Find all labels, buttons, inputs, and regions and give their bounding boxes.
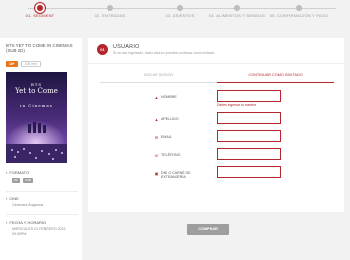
film-icon: ▪ xyxy=(6,170,8,175)
field-nombre: ▲ NOMBRE Debes ingresar tu nombre xyxy=(88,90,344,107)
dni-input[interactable] xyxy=(217,166,281,178)
divider xyxy=(6,214,78,215)
format-section: ▪ FORMATO 2D SUB xyxy=(6,170,78,183)
datetime-heading-row: ▪ FECHA Y HORARIO xyxy=(6,220,78,225)
card-header: 01 USUARIO Si no has ingresado, hazlo ah… xyxy=(97,44,215,55)
nombre-error: Debes ingresar tu nombre xyxy=(217,103,257,107)
format-heading: FORMATO xyxy=(9,170,30,175)
field-email: ✉ EMAIL xyxy=(88,130,344,146)
field-label: APELLIDO xyxy=(161,117,179,121)
format-badge: 2D xyxy=(12,178,20,183)
field-label: EMAIL xyxy=(161,135,172,139)
cinema-section: ▪ CINE Cinemark Angamos xyxy=(6,196,78,208)
tab-login[interactable]: INICIAR SESIÓN xyxy=(100,68,217,83)
step-label: 05. CONFIRMACIÓN Y PAGO xyxy=(269,13,329,18)
id-card-icon: ▣ xyxy=(154,171,159,176)
card-header-text: USUARIO Si no has ingresado, hazlo ahora… xyxy=(113,44,215,55)
field-label: DNI O CARNÉ DE EXTRANJERÍA xyxy=(161,171,191,180)
cinema-heading: CINE xyxy=(9,196,19,201)
person-icon: ▲ xyxy=(154,117,159,122)
tab-guest[interactable]: CONTINUAR COMO INVITADO xyxy=(217,68,334,83)
step-dot-active xyxy=(37,5,43,11)
rating-badge: 18+ xyxy=(6,61,18,67)
cinema-value: Cinemark Angamos xyxy=(12,203,44,207)
movie-badges: 18+ 100 min xyxy=(6,61,41,67)
duration-badge: 100 min xyxy=(20,61,41,67)
comprar-button[interactable]: COMPRAR xyxy=(187,224,229,235)
nombre-input[interactable] xyxy=(217,90,281,102)
header-divider xyxy=(88,63,344,64)
login-tabs: INICIAR SESIÓN CONTINUAR COMO INVITADO xyxy=(100,68,334,83)
step-4[interactable]: 04. ALIMENTOS Y BEBIDAS xyxy=(202,5,272,18)
field-label: NOMBRE xyxy=(161,95,177,99)
location-icon: ▪ xyxy=(6,196,8,201)
cinema-heading-row: ▪ CINE xyxy=(6,196,78,201)
movie-title: BTS YET TO COME IN CINEMAS (SUB 2D) xyxy=(6,43,73,54)
field-label: TELÉFONO xyxy=(161,153,181,157)
field-telefono: ☏ TELÉFONO xyxy=(88,148,344,164)
card-title: USUARIO xyxy=(113,44,140,50)
format-badges: 2D SUB xyxy=(6,178,78,183)
apellido-input[interactable] xyxy=(217,112,281,124)
datetime-value: MIERCOLES 01 FEBRERO 2023 09:30PM xyxy=(12,227,66,236)
poster-title: Yet to Come xyxy=(15,87,58,95)
field-apellido: ▲ APELLIDO xyxy=(88,112,344,128)
user-form-card: 01 USUARIO Si no has ingresado, hazlo ah… xyxy=(88,38,344,212)
calendar-icon: ▪ xyxy=(6,220,8,225)
purchase-summary-sidebar: BTS YET TO COME IN CINEMAS (SUB 2D) 18+ … xyxy=(0,38,82,260)
phone-icon: ☏ xyxy=(154,153,160,158)
step-label: 02. ENTRADAS xyxy=(94,13,126,18)
datetime-section: ▪ FECHA Y HORARIO MIERCOLES 01 FEBRERO 2… xyxy=(6,220,78,236)
step-2[interactable]: 02. ENTRADAS xyxy=(75,5,145,18)
section-number: 01 xyxy=(97,44,108,55)
telefono-input[interactable] xyxy=(217,148,281,160)
email-input[interactable] xyxy=(217,130,281,142)
step-5[interactable]: 05. CONFIRMACIÓN Y PAGO xyxy=(264,5,334,18)
step-dot xyxy=(296,5,302,11)
poster-subtitle: in Cinemas xyxy=(20,103,53,108)
movie-poster: BTS Yet to Come in Cinemas xyxy=(6,72,67,163)
card-subtitle: Si no has ingresado, hazlo ahora o puede… xyxy=(113,51,216,55)
step-1[interactable]: 01. SEGMENT xyxy=(5,5,75,18)
datetime-heading: FECHA Y HORARIO xyxy=(9,220,47,225)
step-dot xyxy=(177,5,183,11)
step-label: 04. ALIMENTOS Y BEBIDAS xyxy=(208,13,266,18)
person-icon: ▲ xyxy=(154,95,159,100)
field-dni: ▣ DNI O CARNÉ DE EXTRANJERÍA xyxy=(88,166,344,182)
divider xyxy=(6,191,78,192)
envelope-icon: ✉ xyxy=(154,135,159,140)
progress-stepper: 01. SEGMENT 02. ENTRADAS 03. ASIENTOS 04… xyxy=(0,0,350,24)
format-badge: SUB xyxy=(22,178,34,183)
step-dot xyxy=(234,5,240,11)
step-label: 01. SEGMENT xyxy=(25,13,55,18)
format-heading-row: ▪ FORMATO xyxy=(6,170,78,175)
step-dot xyxy=(107,5,113,11)
